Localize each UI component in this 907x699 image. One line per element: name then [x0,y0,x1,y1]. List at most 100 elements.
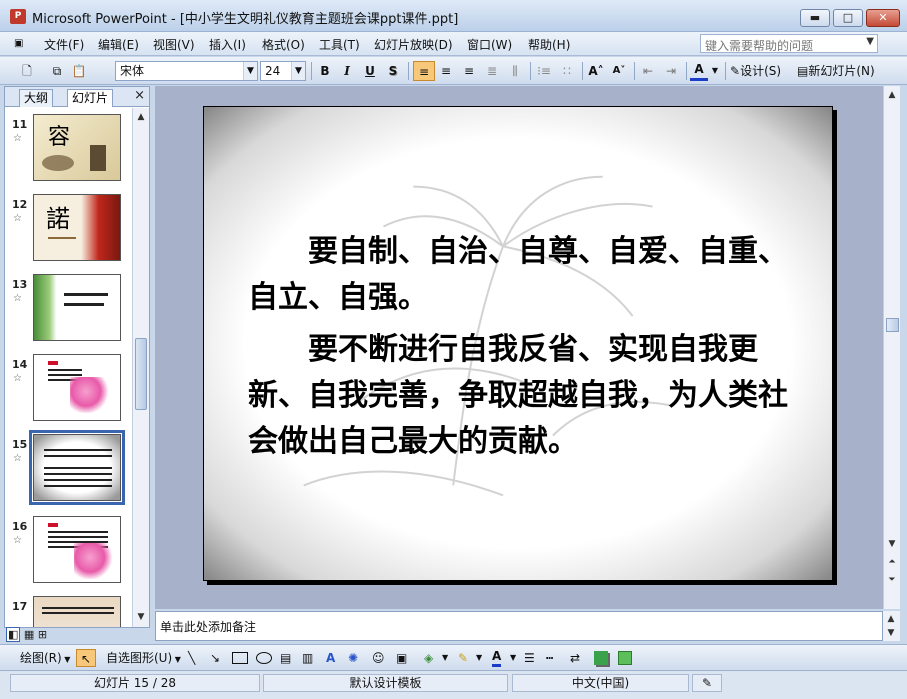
bullet-list-icon[interactable]: ∷ [558,61,576,81]
slide-thumbnail-12[interactable]: 諾 [33,194,121,261]
slide-thumbnail-13[interactable] [33,274,121,341]
scroll-up-icon[interactable]: ▲ [884,612,898,626]
previous-slide-icon[interactable]: ⏶ [885,555,899,569]
paste-icon[interactable]: 📋 [70,61,88,81]
select-pointer-icon[interactable]: ↖ [76,649,96,667]
rectangle-icon[interactable] [232,652,248,664]
italic-button[interactable]: I [338,61,356,81]
menu-help[interactable]: 帮助(H) [528,36,570,53]
menu-slideshow[interactable]: 幻灯片放映(D) [374,36,453,53]
menu-window[interactable]: 窗口(W) [467,36,512,53]
scroll-down-icon[interactable]: ▼ [884,626,898,640]
slide-thumbnail-14[interactable] [33,354,121,421]
editor-scrollbar[interactable]: ▲ ▼ ⏶ ⏷ [883,86,900,609]
menu-format[interactable]: 格式(O) [262,36,305,53]
document-icon[interactable]: ▣ [14,38,23,49]
align-right-icon[interactable]: ≡ [460,61,478,81]
slide-body-text[interactable]: 要自制、自治、自尊、自爱、自重、自立、自强。 要不断进行自我反省、实现自我更新、… [248,229,788,471]
align-left-icon[interactable]: ≡ [413,61,435,81]
text-block [42,607,114,617]
fill-color-icon[interactable]: ◈ [424,649,433,667]
font-color-icon[interactable]: A [690,61,708,81]
slide-thumbnail-11[interactable]: 容 [33,114,121,181]
formatting-toolbar: 🗋 ⧉ 📋 宋体 ▼ 24 ▼ B I U S ≡ ≡ ≡ ≣ ⫼ ⁝≡ ∷ A… [0,57,907,85]
chevron-down-icon[interactable]: ▼ [291,62,305,80]
chevron-down-icon[interactable]: ▼ [442,649,448,667]
new-slide-button[interactable]: ▤新幻灯片(N) [797,61,887,81]
dash-style-icon[interactable]: ┅ [546,649,553,667]
next-slide-icon[interactable]: ⏷ [885,573,899,587]
autoshapes-button[interactable]: 自选图形(U) ▼ [106,649,181,667]
tab-slides[interactable]: 幻灯片 [67,89,114,107]
draw-menu-button[interactable]: 绘图(R) ▼ [20,649,70,667]
shadow-button[interactable]: S [384,61,402,81]
scroll-up-icon[interactable]: ▲ [885,88,899,102]
increase-font-icon[interactable]: A˄ [586,61,606,81]
chevron-down-icon[interactable]: ▼ [710,61,720,81]
menu-tools[interactable]: 工具(T) [319,36,360,53]
close-button[interactable]: ✕ [866,9,900,27]
underline-button[interactable]: U [361,61,379,81]
wordart-icon[interactable]: A [326,649,335,667]
notes-pane[interactable]: 单击此处添加备注 [155,611,883,641]
arrow-icon[interactable]: ↘ [210,649,220,667]
menu-edit[interactable]: 编辑(E) [98,36,139,53]
distribute-icon[interactable]: ⫼ [506,61,524,81]
clipart-icon[interactable]: ☺ [372,649,385,667]
increase-indent-icon[interactable]: ⇥ [661,61,681,81]
line-style-icon[interactable]: ☰ [524,649,535,667]
tab-outline[interactable]: 大纲 [19,89,54,107]
font-name-select[interactable]: 宋体 ▼ [115,61,258,81]
line-icon[interactable]: ╲ [188,649,195,667]
slideshow-view-icon[interactable]: ⊞ [38,628,47,641]
copy-icon[interactable]: ⧉ [48,61,66,81]
picture-icon[interactable]: ▣ [396,649,407,667]
scrollbar-thumb[interactable] [135,338,147,410]
3d-style-icon[interactable] [618,651,632,665]
maximize-button[interactable]: □ [833,9,863,27]
scroll-down-icon[interactable]: ▼ [885,537,899,551]
notes-scrollbar[interactable]: ▲ ▼ [883,611,900,641]
chevron-down-icon[interactable]: ▼ [866,36,874,47]
oval-icon[interactable] [256,652,272,664]
normal-view-icon[interactable]: ◧ [6,627,21,642]
slide-thumbnail-17[interactable] [33,596,121,627]
shadow-style-icon[interactable] [594,651,608,665]
font-size-select[interactable]: 24 ▼ [260,61,306,81]
arrow-style-icon[interactable]: ⇄ [570,649,580,667]
chevron-down-icon[interactable]: ▼ [510,649,516,667]
menu-file[interactable]: 文件(F) [44,36,84,53]
thumb-number: 13 [12,278,28,291]
scroll-up-icon[interactable]: ▲ [134,110,148,124]
menu-view[interactable]: 视图(V) [153,36,195,53]
slide-thumbnail-15[interactable] [29,430,125,505]
thumbnail-scrollbar[interactable]: ▲ ▼ [132,108,149,627]
scrollbar-thumb[interactable] [886,318,899,332]
help-search-input[interactable]: 键入需要帮助的问题 ▼ [700,34,878,53]
current-slide[interactable]: 要自制、自治、自尊、自爱、自重、自立、自强。 要不断进行自我反省、实现自我更新、… [203,106,833,581]
chevron-down-icon[interactable]: ▼ [243,62,257,80]
numbered-list-icon[interactable]: ⁝≡ [535,61,553,81]
template-name: 默认设计模板 [263,674,508,692]
align-center-icon[interactable]: ≡ [437,61,455,81]
scroll-down-icon[interactable]: ▼ [134,610,148,624]
font-color-icon[interactable]: A [492,649,502,667]
slide-position: 幻灯片 15 / 28 [10,674,260,692]
new-document-icon[interactable]: 🗋 [18,61,36,81]
slide-sorter-icon[interactable]: ▦ [24,628,34,641]
bold-button[interactable]: B [316,61,334,81]
slide-thumbnail-16[interactable] [33,516,121,583]
decrease-font-icon[interactable]: A˅ [609,61,629,81]
textbox-icon[interactable]: ▤ [280,649,291,667]
panel-close-icon[interactable]: × [134,88,145,103]
menu-insert[interactable]: 插入(I) [209,36,246,53]
spelling-check-icon[interactable]: ✎ [692,674,722,692]
justify-icon[interactable]: ≣ [483,61,501,81]
diagram-icon[interactable]: ✺ [348,649,358,667]
design-button[interactable]: ✎设计(S) [730,61,792,81]
decrease-indent-icon[interactable]: ⇤ [638,61,658,81]
vertical-textbox-icon[interactable]: ▥ [302,649,313,667]
minimize-button[interactable]: ▬ [800,9,830,27]
line-color-icon[interactable]: ✎ [458,649,468,667]
chevron-down-icon[interactable]: ▼ [476,649,482,667]
